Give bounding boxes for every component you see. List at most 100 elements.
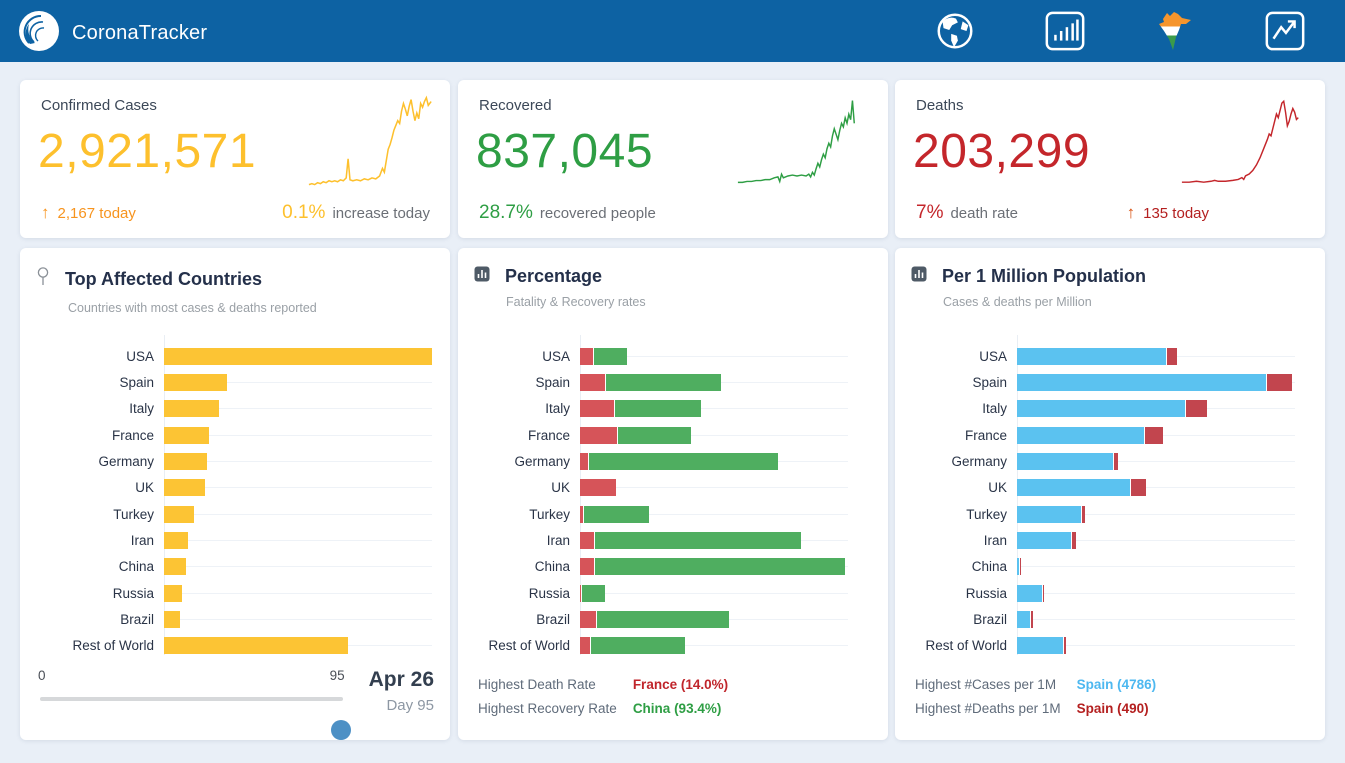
chart-row: Spain xyxy=(911,369,1309,395)
bar-segment-deaths-per-1m[interactable] xyxy=(1131,479,1146,496)
category-label: Iran xyxy=(36,533,164,548)
bar-segment-recovery-rate-[interactable] xyxy=(582,585,604,602)
category-label: Rest of World xyxy=(911,638,1017,653)
bar-segment-cases[interactable] xyxy=(164,427,209,444)
bar-segment-death-rate-[interactable] xyxy=(580,611,597,628)
bar-segment-cases-per-1m[interactable] xyxy=(1017,374,1267,391)
bar-segment-cases[interactable] xyxy=(164,400,219,417)
category-label: Iran xyxy=(911,533,1017,548)
bar-segment-death-rate-[interactable] xyxy=(580,348,594,365)
recovered-sparkline xyxy=(722,96,872,196)
bar-segment-cases[interactable] xyxy=(164,453,207,470)
category-label: Turkey xyxy=(474,507,580,522)
category-label: Turkey xyxy=(911,507,1017,522)
bar-segment-recovery-rate-[interactable] xyxy=(615,400,701,417)
chart-row: France xyxy=(911,422,1309,448)
bar-segment-cases-per-1m[interactable] xyxy=(1017,532,1072,549)
bar-segment-recovery-rate-[interactable] xyxy=(618,427,692,444)
bar-segment-cases-per-1m[interactable] xyxy=(1017,479,1131,496)
selected-date: Apr 26 xyxy=(369,668,434,692)
bar-segment-deaths-per-1m[interactable] xyxy=(1114,453,1117,470)
bar-plot xyxy=(580,374,848,391)
bar-segment-cases[interactable] xyxy=(164,585,182,602)
bar-plot xyxy=(164,611,432,628)
bar-segment-cases-per-1m[interactable] xyxy=(1017,400,1186,417)
slider-track[interactable] xyxy=(40,697,343,701)
bar-segment-death-rate-[interactable] xyxy=(580,637,591,654)
bar-segment-recovery-rate-[interactable] xyxy=(594,348,627,365)
bar-segment-deaths-per-1m[interactable] xyxy=(1072,532,1076,549)
bar-segment-cases[interactable] xyxy=(164,611,180,628)
bar-segment-death-rate-[interactable] xyxy=(580,453,589,470)
bar-plot xyxy=(580,506,848,523)
bar-plot xyxy=(1017,374,1295,391)
bar-segment-recovery-rate-[interactable] xyxy=(591,637,685,654)
navbar-actions xyxy=(932,8,1308,54)
trend-up-icon[interactable] xyxy=(1262,8,1308,54)
chart-row: Rest of World xyxy=(474,633,872,659)
footer-label: Highest #Cases per 1M xyxy=(915,677,1061,692)
bar-segment-cases[interactable] xyxy=(164,637,348,654)
bar-segment-deaths-per-1m[interactable] xyxy=(1082,506,1085,523)
bar-segment-deaths-per-1m[interactable] xyxy=(1145,427,1163,444)
grid-track xyxy=(164,593,432,594)
bar-segment-cases[interactable] xyxy=(164,479,205,496)
today-increase: ↑2,167 today xyxy=(41,203,136,223)
bar-segment-cases-per-1m[interactable] xyxy=(1017,453,1114,470)
bar-plot xyxy=(580,558,848,575)
bar-segment-death-rate-[interactable] xyxy=(580,427,618,444)
bar-segment-cases[interactable] xyxy=(164,348,432,365)
bar-segment-recovery-rate-[interactable] xyxy=(595,532,801,549)
chart-row: Iran xyxy=(911,527,1309,553)
highest-recovery-rate-value: China (93.4%) xyxy=(633,701,728,716)
bar-segment-deaths-per-1m[interactable] xyxy=(1167,348,1177,365)
bar-segment-cases-per-1m[interactable] xyxy=(1017,637,1064,654)
bar-segment-recovery-rate-[interactable] xyxy=(597,611,729,628)
bar-segment-recovery-rate-[interactable] xyxy=(595,558,845,575)
bar-segment-cases-per-1m[interactable] xyxy=(1017,585,1043,602)
bar-segment-death-rate-[interactable] xyxy=(580,479,616,496)
bar-segment-cases-per-1m[interactable] xyxy=(1017,611,1031,628)
bar-segment-cases-per-1m[interactable] xyxy=(1017,427,1145,444)
category-label: Spain xyxy=(474,375,580,390)
category-label: Russia xyxy=(911,586,1017,601)
bar-segment-deaths-per-1m[interactable] xyxy=(1064,637,1066,654)
bar-segment-deaths-per-1m[interactable] xyxy=(1186,400,1207,417)
increase-rate: 0.1%increase today xyxy=(282,202,430,224)
category-label: Russia xyxy=(36,586,164,601)
bar-segment-cases[interactable] xyxy=(164,532,188,549)
bar-segment-cases[interactable] xyxy=(164,506,194,523)
bar-segment-death-rate-[interactable] xyxy=(580,374,606,391)
bar-segment-cases[interactable] xyxy=(164,374,227,391)
recovered-rate: 28.7%recovered people xyxy=(479,202,656,224)
brand[interactable]: CoronaTracker xyxy=(18,10,207,57)
bar-segment-recovery-rate-[interactable] xyxy=(584,506,649,523)
bar-plot xyxy=(1017,558,1295,575)
bar-segment-deaths-per-1m[interactable] xyxy=(1267,374,1293,391)
globe-icon[interactable] xyxy=(932,8,978,54)
bar-segment-cases-per-1m[interactable] xyxy=(1017,348,1167,365)
india-map-icon[interactable] xyxy=(1152,8,1198,54)
bar-chart-icon[interactable] xyxy=(1042,8,1088,54)
bar-plot xyxy=(580,585,848,602)
selected-day: Day 95 xyxy=(369,697,434,714)
day-slider[interactable]: 0 95 xyxy=(38,666,345,718)
bar-segment-cases[interactable] xyxy=(164,558,186,575)
footer-label: Highest #Deaths per 1M xyxy=(915,701,1061,716)
bar-segment-death-rate-[interactable] xyxy=(580,532,595,549)
category-label: UK xyxy=(36,480,164,495)
bar-segment-deaths-per-1m[interactable] xyxy=(1031,611,1033,628)
bar-segment-cases-per-1m[interactable] xyxy=(1017,506,1082,523)
bar-plot xyxy=(1017,532,1295,549)
chart-row: Brazil xyxy=(474,606,872,632)
bar-segment-recovery-rate-[interactable] xyxy=(589,453,777,470)
chart-subtitle: Fatality & Recovery rates xyxy=(506,295,872,309)
chart-title: Percentage xyxy=(505,266,602,287)
bar-plot xyxy=(164,374,432,391)
bar-segment-recovery-rate-[interactable] xyxy=(606,374,721,391)
bar-plot xyxy=(164,558,432,575)
slider-thumb[interactable] xyxy=(331,720,351,740)
bar-segment-death-rate-[interactable] xyxy=(580,558,595,575)
category-label: Brazil xyxy=(36,612,164,627)
bar-segment-death-rate-[interactable] xyxy=(580,400,615,417)
